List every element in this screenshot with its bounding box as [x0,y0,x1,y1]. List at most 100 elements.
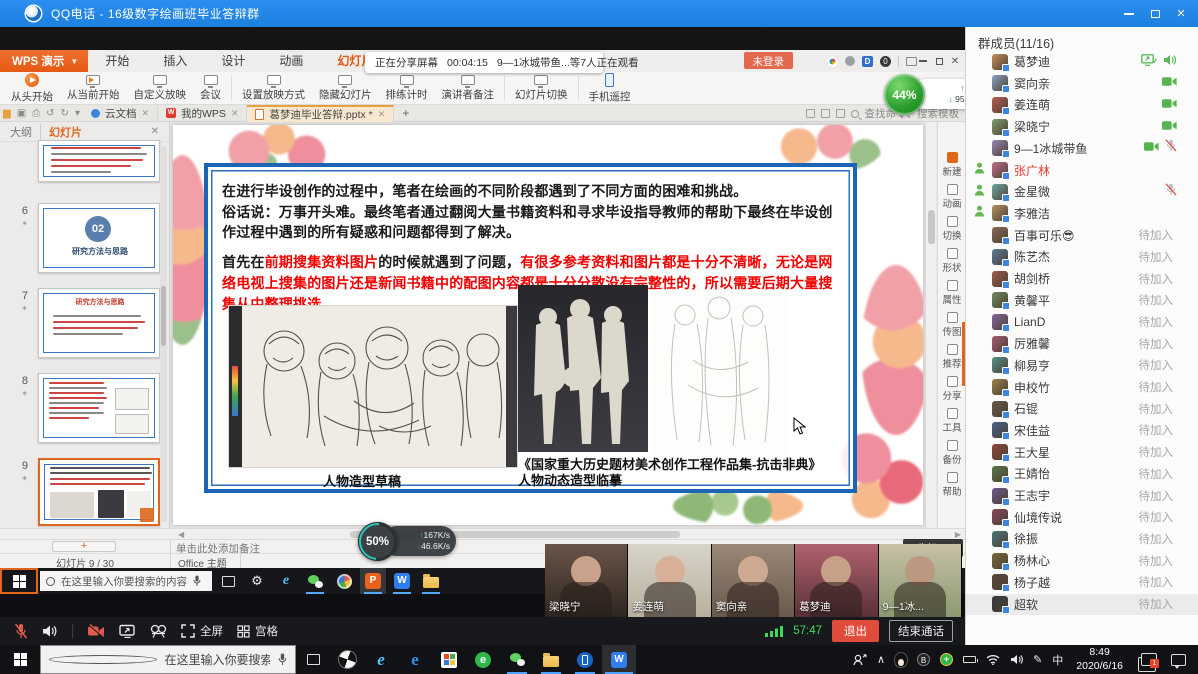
side-tool-分享[interactable]: 分享 [938,376,965,402]
volume-icon[interactable] [1005,645,1028,674]
member-row-超软[interactable]: 超软待加入 [966,594,1198,615]
your-phone-icon[interactable] [568,645,602,674]
internet-explorer-icon[interactable]: e [273,568,299,594]
network-speed-widget-bottom[interactable]: ↑167K/s ↓46.6K/s 50% [358,522,397,561]
accelerator-ball[interactable]: 50% [358,522,397,561]
wechat-icon[interactable] [302,568,328,594]
member-row-LianD[interactable]: LianD待加入 [966,311,1198,332]
ribbon-button-幻灯片切换[interactable]: 幻灯片切换 [508,74,575,103]
print-icon[interactable]: ⎙ [32,108,40,119]
ribbon-button-从当前开始[interactable]: 从当前开始 [60,74,127,103]
microsoft-store-icon[interactable] [432,645,466,674]
network-speed-widget-top[interactable]: ↑ 0K/s ↓ 95.9K/s 44% + [884,74,925,115]
side-tool-形状[interactable]: 形状 [938,248,965,274]
member-row-王大星[interactable]: 王大星待加入 [966,442,1198,463]
edge-icon[interactable]: e [398,645,432,674]
grid-view-button[interactable]: 宫格 [237,623,278,639]
internet-explorer-icon[interactable]: e [364,645,398,674]
slide-thumbnail-6[interactable]: 02研究方法与思路 [38,203,160,273]
o-badge-icon[interactable]: 0 [880,56,891,67]
wifi-icon[interactable] [981,645,1005,674]
redo-icon[interactable]: ↻ [61,108,69,119]
slide-thumbnail-8[interactable] [38,373,160,443]
side-tool-传图[interactable]: 传图 [938,312,965,338]
wps-minimize-icon[interactable] [915,50,931,72]
member-row-石锟[interactable]: 石锟待加入 [966,398,1198,419]
vertical-scrollbar[interactable] [925,122,936,528]
member-row-申校竹[interactable]: 申校竹待加入 [966,377,1198,398]
settings-gear-icon[interactable]: ⚙ [244,568,270,594]
wps-close-icon[interactable]: ✕ [947,50,963,72]
qq-tray-icon[interactable] [890,645,912,674]
wps-app-button[interactable]: WPS 演示 ▼ [0,50,88,72]
slide-thumbnail-partial[interactable] [38,140,160,182]
close-panel-icon[interactable]: ✕ [151,126,159,137]
ime-indicator[interactable]: 中 [1047,645,1068,674]
taskbar-clock[interactable]: 8:49 2020/6/16 [1068,646,1131,672]
member-row-陈艺杰[interactable]: 陈艺杰待加入 [966,246,1198,267]
add-slide-button[interactable]: + [52,541,116,552]
shared-start-button[interactable] [0,568,38,594]
member-row-宋佳益[interactable]: 宋佳益待加入 [966,420,1198,441]
exit-button[interactable]: 退出 [832,620,879,642]
folder-icon[interactable]: ▆ [3,108,11,119]
tab-outline[interactable]: 大纲 [10,124,40,140]
document-tab-云文档[interactable]: 云文档✕ [83,105,158,122]
menu-tab-插入[interactable]: 插入 [146,50,204,72]
ribbon-button-排练计时[interactable]: 排练计时 [379,74,435,103]
member-row-张广林[interactable]: 张广林 [966,160,1198,181]
member-row-葛梦迪[interactable]: 葛梦迪 [966,51,1198,72]
member-row-李雅洁[interactable]: 李雅洁 [966,203,1198,224]
video-thumbnail-梁晓宁[interactable]: 梁晓宁 [545,544,628,617]
fullscreen-button[interactable]: 全屏 [181,623,223,639]
video-thumbnail-窦向亲[interactable]: 窦向亲 [712,544,795,617]
maximize-icon[interactable] [1142,0,1168,27]
login-button[interactable]: 未登录 [744,52,794,69]
file-explorer-icon[interactable] [418,568,444,594]
speaker-icon[interactable] [42,624,58,638]
accelerator-ball[interactable]: 44% [884,74,925,115]
file-explorer-icon[interactable] [534,645,568,674]
ribbon-button-手机遥控[interactable]: 手机遥控 [582,72,638,105]
wechat-icon[interactable] [500,645,534,674]
video-thumbnail-葛梦迪[interactable]: 葛梦迪 [795,544,878,617]
side-tool-帮助[interactable]: 帮助 [938,472,965,498]
side-tool-工具[interactable]: 工具 [938,408,965,434]
ribbon-button-设置放映方式[interactable]: 设置放映方式 [235,74,312,103]
ribbon-button-会议[interactable]: 会议 [193,74,228,103]
chevron-down-icon[interactable]: ▾ [75,108,80,119]
tab-slides[interactable]: 幻灯片 [40,124,82,140]
member-row-百事可乐😎[interactable]: 百事可乐😎待加入 [966,225,1198,246]
member-row-徐振[interactable]: 徐振待加入 [966,528,1198,549]
video-thumbnail-姜连萌[interactable]: 姜连萌 [628,544,711,617]
ribbon-icon[interactable] [836,109,845,118]
undo-icon[interactable]: ↺ [46,108,54,119]
close-tab-icon[interactable]: ✕ [378,109,386,120]
side-tool-动画[interactable]: 动画 [938,184,965,210]
document-tab-我的WPS[interactable]: W我的WPS✕ [158,105,247,122]
member-row-仙境传说[interactable]: 仙境传说待加入 [966,507,1198,528]
accelerator-tray-icon[interactable]: + [935,645,958,674]
pen-icon[interactable]: ✎ [1028,645,1047,674]
slide-thumbnail-9[interactable] [38,458,160,526]
horizontal-scrollbar[interactable]: ◀▶ [0,528,965,540]
shared-search-box[interactable]: 在这里输入你要搜索的内容 [40,571,212,591]
slide-canvas[interactable]: 在进行毕设创作的过程中，笔者在绘画的不同阶段都遇到了不同方面的困难和挑战。俗话说… [173,125,923,525]
action-center-icon[interactable] [1167,645,1198,674]
video-thumbnail-9—1冰...[interactable]: 9—1冰... [879,544,962,617]
wps-office-icon[interactable]: W [602,645,636,674]
new-document-tab-button[interactable]: + [402,106,409,120]
side-tool-切换[interactable]: 切换 [938,216,965,242]
save-icon[interactable]: ▣ [17,108,26,119]
recorder-icon[interactable] [150,624,167,638]
close-icon[interactable]: ✕ [1168,0,1194,27]
thumbnail-scrollbar[interactable] [160,146,167,522]
start-button[interactable] [0,645,40,674]
ribbon-button-自定义放映[interactable]: 自定义放映 [127,74,194,103]
close-tab-icon[interactable]: ✕ [141,108,149,119]
chrome-icon[interactable] [827,56,838,67]
member-row-姜连萌[interactable]: 姜连萌 [966,94,1198,115]
app-b-tray-icon[interactable]: B [912,645,935,674]
member-row-厉雅馨[interactable]: 厉雅馨待加入 [966,333,1198,354]
battery-icon[interactable] [958,645,981,674]
